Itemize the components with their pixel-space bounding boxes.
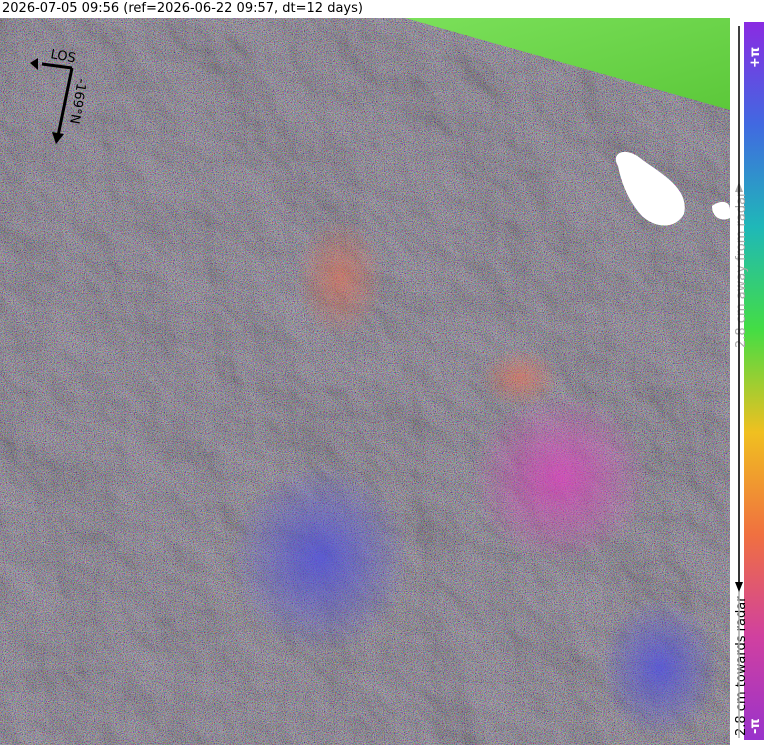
deformation-lobe-east	[470, 393, 650, 563]
towards-arrowhead-icon	[735, 582, 743, 592]
deformation-lobe-southeast	[600, 598, 720, 738]
image-title: 2026-07-05 09:56 (ref=2026-06-22 09:57, …	[0, 0, 732, 18]
colorbar-panel: +π -π 2.8 cm away from radar 2.8 cm towa…	[730, 18, 780, 745]
interferogram-map	[0, 18, 730, 745]
deformation-lobe-south	[230, 463, 410, 653]
colorbar-bottom-label: -π	[748, 718, 763, 734]
colorbar-top-label: +π	[748, 46, 763, 68]
interferogram-image	[0, 18, 730, 745]
phase-fringe-east	[480, 348, 560, 408]
phase-fringe-center	[295, 218, 385, 338]
colorbar-direction-arrows	[735, 26, 743, 738]
